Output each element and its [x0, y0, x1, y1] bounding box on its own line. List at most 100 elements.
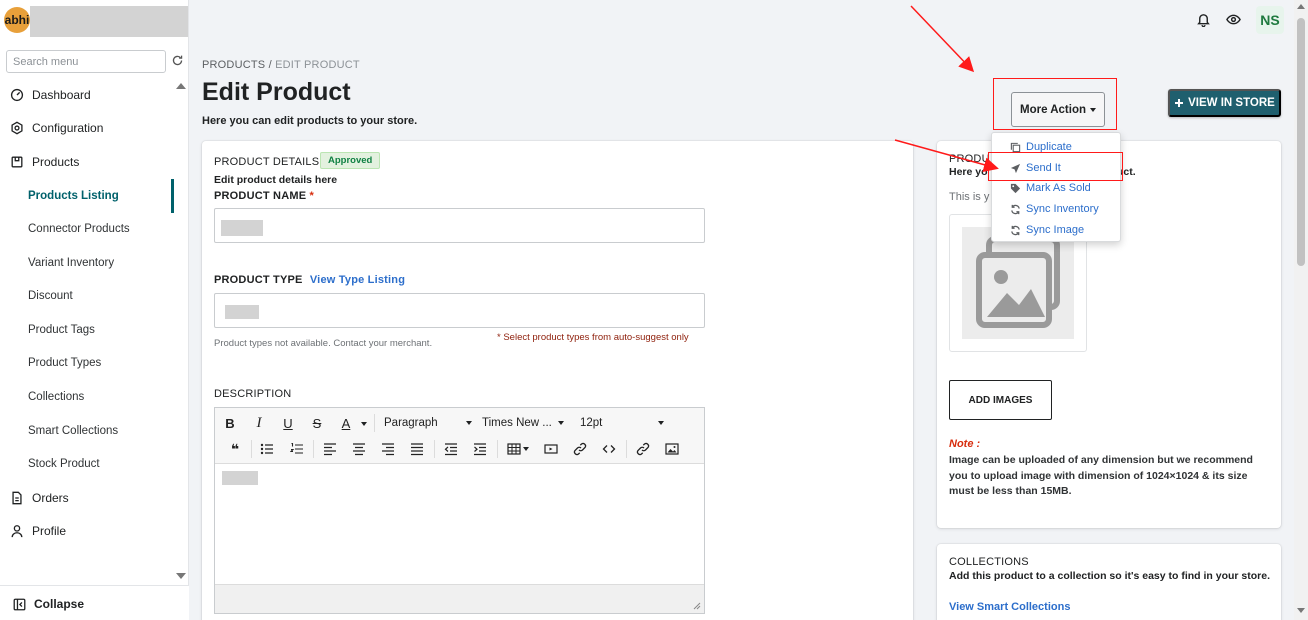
product-name-label-text: PRODUCT NAME: [214, 190, 307, 202]
toolbar-separator: [497, 440, 498, 458]
toolbar-separator: [374, 414, 375, 432]
font-size-caret-icon: [658, 421, 665, 425]
sidebar-item-configuration[interactable]: Configuration: [10, 121, 103, 135]
more-action-menu: Duplicate Send It Mark As Sold Sync Inve…: [991, 132, 1121, 242]
link-button[interactable]: [568, 438, 592, 460]
media-info-text: This is y: [949, 191, 990, 203]
product-name-label: PRODUCT NAME *: [214, 190, 314, 202]
view-in-store-button[interactable]: VIEW IN STORE: [1168, 89, 1281, 117]
user-avatar[interactable]: NS: [1256, 6, 1284, 34]
menu-item-label: Sync Inventory: [1026, 203, 1099, 215]
editor-toolbar: B I U S A Paragraph Times New ... 12pt ❝: [215, 408, 704, 464]
align-justify-button[interactable]: [405, 438, 429, 460]
strikethrough-button[interactable]: S: [305, 412, 329, 434]
refresh-icon[interactable]: [171, 54, 184, 67]
numbered-list-button[interactable]: [285, 438, 309, 460]
sidebar-item-profile[interactable]: Profile: [10, 524, 66, 538]
view-smart-collections-link[interactable]: View Smart Collections: [949, 601, 1070, 613]
toolbar-separator: [251, 440, 252, 458]
collapse-button[interactable]: Collapse: [13, 597, 84, 611]
menu-item-sync-inventory[interactable]: Sync Inventory: [1010, 203, 1099, 215]
sync-icon: [1011, 204, 1020, 214]
breadcrumb-current: EDIT PRODUCT: [275, 59, 360, 71]
view-in-store-label: VIEW IN STORE: [1188, 97, 1275, 109]
breadcrumb: PRODUCTS / EDIT PRODUCT: [202, 59, 360, 71]
code-icon: [602, 445, 616, 453]
page-subtitle: Here you can edit products to your store…: [202, 115, 418, 127]
image-icon: [665, 443, 679, 455]
font-color-caret-icon: [361, 422, 367, 426]
status-badge: Approved: [320, 152, 381, 169]
table-button[interactable]: [503, 438, 533, 460]
eye-icon[interactable]: [1226, 12, 1241, 27]
font-family-select[interactable]: Times New ...: [482, 412, 564, 434]
product-type-input[interactable]: [214, 293, 705, 328]
toolbar-separator: [626, 440, 627, 458]
brand-logo: abhi: [4, 7, 30, 33]
sidebar-scroll-up[interactable]: [176, 83, 186, 89]
sync-icon: [1011, 225, 1020, 235]
gear-icon: [11, 121, 23, 135]
sidebar-item-orders[interactable]: Orders: [10, 491, 69, 505]
scroll-down-arrow[interactable]: [1297, 608, 1305, 613]
sidebar-item-products-listing[interactable]: Products Listing: [28, 190, 119, 202]
sidebar-scroll-down[interactable]: [176, 573, 186, 579]
sidebar-item-label: Dashboard: [32, 88, 91, 102]
collapse-label: Collapse: [34, 597, 85, 611]
font-size-select[interactable]: 12pt: [580, 412, 665, 434]
insert-image-button[interactable]: [660, 438, 684, 460]
sidebar-item-variant-inventory[interactable]: Variant Inventory: [28, 257, 114, 269]
underline-button[interactable]: U: [276, 412, 300, 434]
menu-item-mark-as-sold[interactable]: Mark As Sold: [1010, 182, 1091, 194]
menu-search-input[interactable]: [6, 50, 166, 73]
sidebar-item-connector-products[interactable]: Connector Products: [28, 223, 130, 235]
bold-button[interactable]: B: [218, 412, 242, 434]
blockquote-button[interactable]: ❝: [223, 438, 247, 460]
scrollbar-thumb[interactable]: [1297, 18, 1305, 266]
annotation-arrow-1: [910, 5, 975, 73]
media-button[interactable]: [539, 438, 563, 460]
font-family-caret-icon: [557, 421, 564, 425]
scroll-up-arrow[interactable]: [1297, 4, 1305, 9]
align-center-icon: [353, 443, 365, 456]
align-left-button[interactable]: [318, 438, 342, 460]
page-scrollbar[interactable]: [1294, 0, 1308, 620]
sidebar: abhi Dashboard Configuration Products Pr…: [0, 0, 189, 620]
sidebar-item-collections[interactable]: Collections: [28, 391, 84, 403]
bullet-list-button[interactable]: [255, 438, 279, 460]
outdent-button[interactable]: [439, 438, 463, 460]
sidebar-item-smart-collections[interactable]: Smart Collections: [28, 425, 118, 437]
toolbar-separator: [313, 440, 314, 458]
insert-link-button[interactable]: [631, 438, 655, 460]
bell-icon[interactable]: [1196, 12, 1211, 27]
sidebar-item-discount[interactable]: Discount: [28, 290, 73, 302]
sidebar-item-stock-product[interactable]: Stock Product: [28, 458, 100, 470]
product-name-input[interactable]: [214, 208, 705, 243]
products-icon: [11, 156, 23, 168]
block-format-select[interactable]: Paragraph: [384, 412, 472, 434]
sidebar-item-dashboard[interactable]: Dashboard: [10, 88, 91, 102]
editor-statusbar: [215, 584, 704, 613]
sidebar-item-product-types[interactable]: Product Types: [28, 357, 101, 369]
page-title: Edit Product: [202, 78, 351, 106]
sidebar-item-product-tags[interactable]: Product Tags: [28, 324, 95, 336]
resize-handle-icon[interactable]: [693, 602, 701, 610]
source-code-button[interactable]: [597, 438, 621, 460]
align-right-button[interactable]: [376, 438, 400, 460]
toolbar-separator: [434, 440, 435, 458]
view-type-listing-link[interactable]: View Type Listing: [310, 274, 405, 286]
font-color-button[interactable]: A: [334, 412, 358, 434]
add-images-button[interactable]: ADD IMAGES: [949, 380, 1052, 420]
product-details-description: Edit product details here: [214, 174, 338, 186]
description-content-redacted[interactable]: [222, 471, 258, 485]
indent-button[interactable]: [468, 438, 492, 460]
orders-icon: [12, 491, 22, 505]
italic-button[interactable]: I: [247, 412, 271, 434]
menu-item-sync-image[interactable]: Sync Image: [1010, 224, 1084, 236]
product-name-value-redacted: [221, 220, 263, 236]
outdent-icon: [444, 443, 457, 456]
align-center-button[interactable]: [347, 438, 371, 460]
menu-item-label: Sync Image: [1026, 224, 1085, 236]
breadcrumb-products[interactable]: PRODUCTS: [202, 59, 265, 71]
sidebar-item-products[interactable]: Products: [10, 155, 79, 169]
